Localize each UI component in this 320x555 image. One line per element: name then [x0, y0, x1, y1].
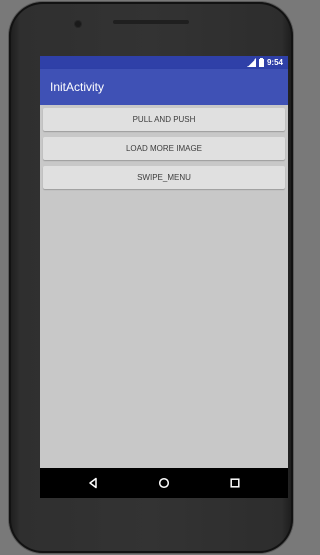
home-icon — [158, 477, 170, 489]
activity-title: InitActivity — [50, 80, 105, 94]
signal-icon — [246, 58, 256, 67]
status-bar: 9:54 — [40, 56, 288, 69]
recent-apps-button[interactable] — [226, 474, 244, 492]
battery-icon — [258, 57, 264, 67]
android-navigation-bar — [40, 468, 288, 498]
status-icons: 9:54 — [246, 57, 283, 68]
speaker-grille — [113, 20, 189, 24]
swipe-menu-button[interactable]: SWIPE_MENU — [43, 166, 285, 189]
phone-frame: 9:54 InitActivity PULL AND PUSH LOAD MOR… — [9, 2, 293, 553]
recent-apps-icon — [230, 478, 240, 488]
back-button[interactable] — [84, 474, 102, 492]
app-bar: InitActivity — [40, 69, 288, 105]
load-more-image-button[interactable]: LOAD MORE IMAGE — [43, 137, 285, 160]
emulator-stage: 9:54 InitActivity PULL AND PUSH LOAD MOR… — [0, 0, 302, 555]
status-time: 9:54 — [266, 57, 283, 67]
activity-content: PULL AND PUSH LOAD MORE IMAGE SWIPE_MENU — [40, 105, 288, 468]
home-button[interactable] — [155, 474, 173, 492]
device-screen: 9:54 InitActivity PULL AND PUSH LOAD MOR… — [40, 56, 288, 498]
pull-and-push-button[interactable]: PULL AND PUSH — [43, 108, 285, 131]
front-camera — [75, 21, 81, 27]
back-icon — [89, 477, 97, 489]
